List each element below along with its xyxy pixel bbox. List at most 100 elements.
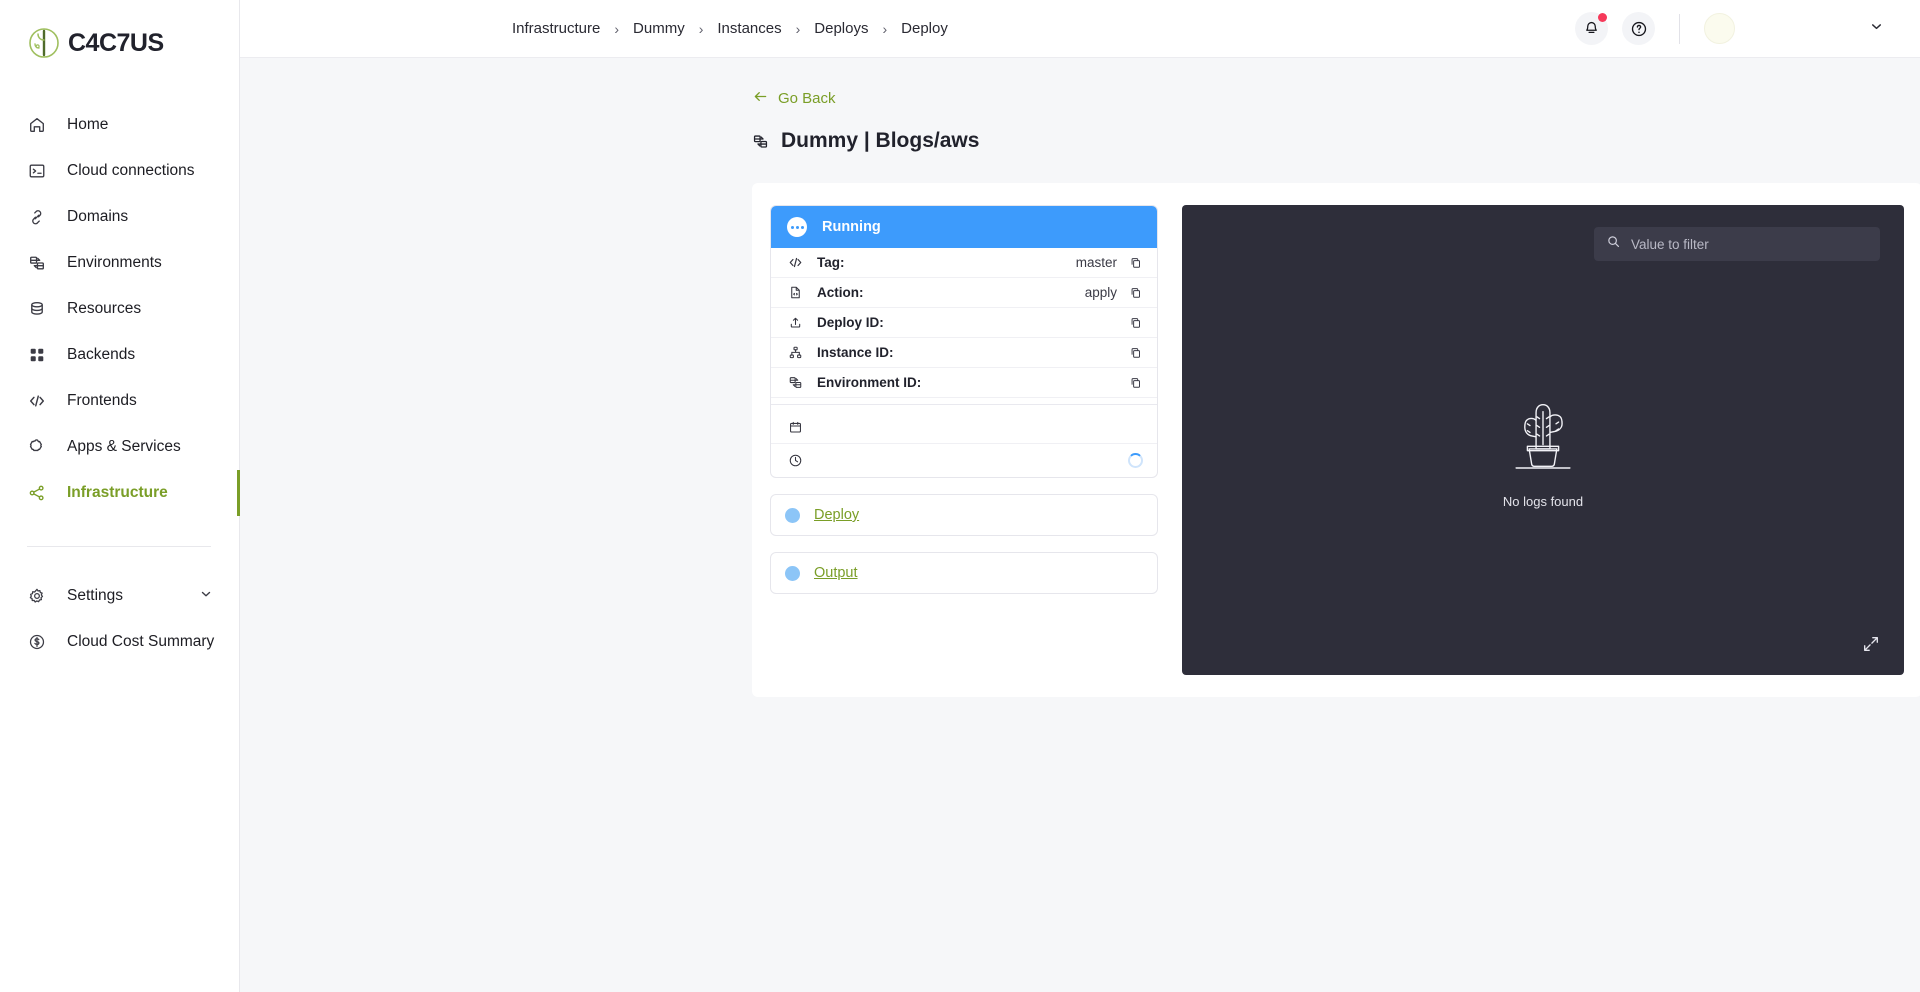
sidebar-item-label: Apps & Services: [67, 438, 181, 455]
sidebar-item-environments[interactable]: Environments: [0, 240, 239, 286]
sidebar-item-label: Domains: [67, 208, 129, 225]
breadcrumb-item-instances[interactable]: Instances: [717, 20, 781, 37]
app-root: C4C7US Home Cloud connections Domains En…: [0, 0, 1920, 992]
breadcrumb-item-infrastructure[interactable]: Infrastructure: [512, 20, 600, 37]
loading-spinner-icon: [1128, 453, 1143, 468]
page-title: Dummy | Blogs/aws: [752, 129, 1920, 153]
share-nodes-icon: [27, 484, 46, 503]
card-divider: [771, 404, 1157, 405]
sitemap-icon: [787, 345, 804, 360]
detail-value: apply: [1084, 285, 1117, 300]
status-bullet-icon: [785, 507, 800, 523]
sidebar-item-home[interactable]: Home: [0, 102, 239, 148]
clock-icon: [787, 453, 804, 468]
sidebar-item-label: Resources: [67, 300, 142, 317]
deploy-panel: Running Tag: master Action: apply Deploy…: [752, 183, 1920, 697]
home-icon: [27, 116, 46, 135]
avatar[interactable]: [1704, 13, 1735, 44]
sidebar-item-label: Cloud Cost Summary: [67, 633, 215, 650]
detail-row-deploy-id: Deploy ID:: [771, 308, 1157, 338]
bell-icon: [1586, 21, 1597, 34]
deploy-link-label: Deploy: [814, 507, 860, 523]
go-back-link[interactable]: Go Back: [752, 88, 836, 109]
sidebar-item-frontends[interactable]: Frontends: [0, 378, 239, 424]
topbar-actions: [1575, 12, 1920, 45]
sidebar-item-label: Backends: [67, 346, 136, 363]
status-header: Running: [771, 206, 1157, 248]
output-link-card[interactable]: Output: [770, 552, 1158, 594]
detail-row-environment-id: Environment ID:: [771, 368, 1157, 398]
database-icon: [27, 300, 46, 319]
topbar: Infrastructure › Dummy › Instances › Dep…: [240, 0, 1920, 58]
leaf-logo-icon: [27, 26, 61, 60]
sidebar-item-backends[interactable]: Backends: [0, 332, 239, 378]
copy-icon[interactable]: [1129, 376, 1143, 390]
breadcrumb-separator-icon: ›: [698, 20, 704, 37]
sidebar-item-label: Infrastructure: [67, 484, 168, 501]
detail-row-tag: Tag: master: [771, 248, 1157, 278]
main-area: Infrastructure › Dummy › Instances › Dep…: [240, 0, 1920, 992]
log-filter-input[interactable]: [1631, 236, 1868, 252]
code-icon: [787, 255, 804, 270]
detail-row-action: Action: apply: [771, 278, 1157, 308]
deploy-link-card[interactable]: Deploy: [770, 494, 1158, 536]
deploy-details-column: Running Tag: master Action: apply Deploy…: [770, 205, 1158, 675]
file-code-icon: [787, 285, 804, 300]
terminal-icon: [27, 162, 46, 181]
expand-button[interactable]: [1862, 635, 1880, 653]
copy-icon[interactable]: [1129, 256, 1143, 270]
detail-label: Deploy ID:: [817, 315, 884, 330]
sidebar-item-label: Settings: [67, 587, 124, 604]
dollar-circle-icon: [27, 633, 46, 652]
status-bullet-icon: [785, 565, 800, 581]
detail-label: Action:: [817, 285, 864, 300]
status-badge: Running: [822, 219, 881, 235]
copy-icon[interactable]: [1129, 316, 1143, 330]
breadcrumb-item-deploy[interactable]: Deploy: [901, 20, 948, 37]
sidebar-divider: [27, 546, 211, 547]
sidebar-item-settings[interactable]: Settings: [0, 573, 239, 619]
brand-name: C4C7US: [68, 28, 164, 57]
sidebar-item-cloud-connections[interactable]: Cloud connections: [0, 148, 239, 194]
topbar-divider: [1679, 13, 1680, 44]
sidebar-item-label: Environments: [67, 254, 162, 271]
question-circle-icon: [1631, 21, 1646, 36]
breadcrumb-separator-icon: ›: [614, 20, 620, 37]
swap-icon: [787, 375, 804, 390]
sidebar-item-resources[interactable]: Resources: [0, 286, 239, 332]
detail-value: master: [1075, 255, 1117, 270]
chevron-down-icon: [199, 587, 213, 606]
sidebar: C4C7US Home Cloud connections Domains En…: [0, 0, 240, 992]
arrow-left-icon: [752, 88, 769, 109]
breadcrumb-item-dummy[interactable]: Dummy: [633, 20, 685, 37]
breadcrumb-separator-icon: ›: [795, 20, 801, 37]
swap-icon: [27, 254, 46, 273]
detail-label: Tag:: [817, 255, 845, 270]
sidebar-item-cloud-cost-summary[interactable]: Cloud Cost Summary: [0, 619, 239, 665]
logs-empty-state: No logs found: [1182, 385, 1904, 509]
brand-logo[interactable]: C4C7US: [0, 0, 239, 60]
notifications-button[interactable]: [1575, 12, 1608, 45]
detail-row-created-at: [771, 411, 1157, 444]
help-button[interactable]: [1622, 12, 1655, 45]
cactus-icon: [1504, 385, 1582, 478]
sidebar-item-infrastructure[interactable]: Infrastructure: [0, 470, 240, 516]
go-back-label: Go Back: [778, 90, 836, 107]
breadcrumb-item-deploys[interactable]: Deploys: [814, 20, 868, 37]
swap-icon: [752, 133, 769, 150]
log-filter[interactable]: [1594, 227, 1880, 261]
sidebar-item-apps-services[interactable]: Apps & Services: [0, 424, 239, 470]
logs-panel: No logs found: [1182, 205, 1904, 675]
detail-label: Instance ID:: [817, 345, 894, 360]
user-menu-chevron-down-icon[interactable]: [1869, 19, 1884, 39]
breadcrumb: Infrastructure › Dummy › Instances › Dep…: [512, 20, 948, 37]
copy-icon[interactable]: [1129, 346, 1143, 360]
sidebar-item-domains[interactable]: Domains: [0, 194, 239, 240]
copy-icon[interactable]: [1129, 286, 1143, 300]
deploy-status-card: Running Tag: master Action: apply Deploy…: [770, 205, 1158, 478]
detail-row-instance-id: Instance ID:: [771, 338, 1157, 368]
link-icon: [27, 208, 46, 227]
detail-row-duration: [771, 444, 1157, 477]
sidebar-item-label: Frontends: [67, 392, 137, 409]
sidebar-item-label: Cloud connections: [67, 162, 195, 179]
